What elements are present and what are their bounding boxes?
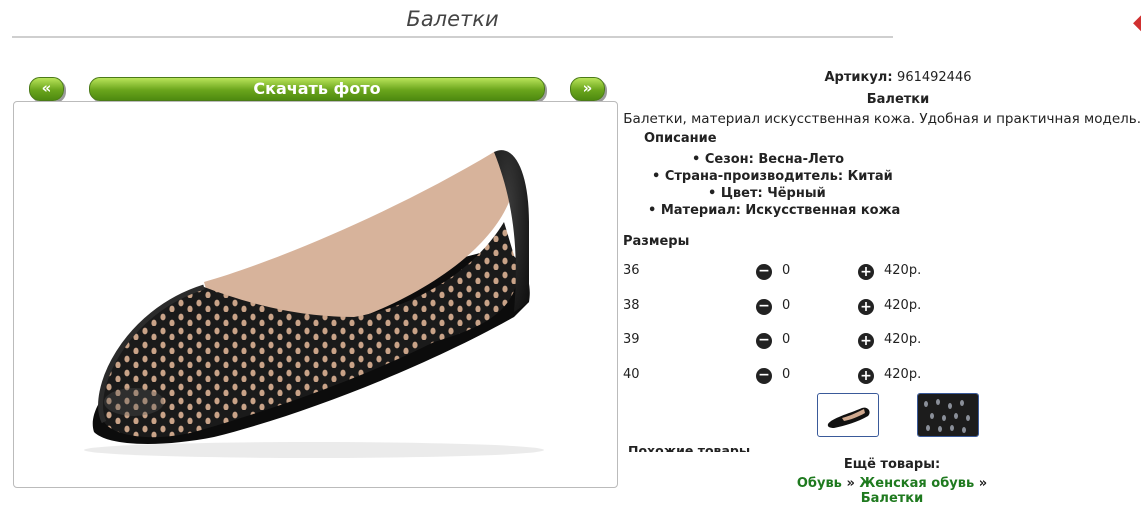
page-title: Балетки: [12, 4, 893, 38]
plus-icon[interactable]: +: [858, 264, 874, 280]
feature-text: Материал: Искусственная кожа: [660, 203, 901, 218]
size-qty: 0: [782, 263, 791, 278]
size-price: 420р.: [884, 263, 922, 278]
more-heading: Ещё товары:: [843, 457, 941, 472]
size-label: 38: [623, 298, 640, 313]
feature-item: • Цвет: Чёрный: [708, 186, 826, 201]
product-name: Балетки: [866, 92, 930, 107]
plus-icon[interactable]: +: [858, 333, 874, 349]
size-qty: 0: [782, 332, 791, 347]
size-row: 40 − 0 + 420р.: [620, 367, 1141, 387]
breadcrumb-link[interactable]: Балетки: [861, 491, 924, 506]
feature-text: Страна-производитель: Китай: [664, 169, 893, 184]
article-value: 961492446: [897, 70, 972, 85]
size-price: 420р.: [884, 298, 922, 313]
feature-text: Сезон: Весна-Лето: [704, 152, 845, 167]
plus-icon[interactable]: +: [858, 299, 874, 315]
size-label: 36: [623, 263, 640, 278]
similar-heading: Похожие товары: [628, 443, 751, 452]
close-icon[interactable]: ◆: [1133, 8, 1141, 38]
minus-icon[interactable]: −: [756, 333, 772, 349]
article-line: Артикул: 961492446: [780, 70, 1016, 85]
feature-item: • Материал: Искусственная кожа: [648, 203, 901, 218]
download-photo-button[interactable]: Скачать фото: [89, 77, 545, 101]
sizes-heading: Размеры: [623, 234, 690, 249]
size-qty: 0: [782, 298, 791, 313]
shoe-photo: [84, 150, 544, 458]
breadcrumb-link[interactable]: Обувь: [797, 476, 842, 491]
prev-photo-button[interactable]: «: [29, 77, 64, 101]
thumbnail-1[interactable]: [817, 393, 879, 437]
size-label: 39: [623, 332, 640, 347]
size-price: 420р.: [884, 332, 922, 347]
feature-text: Цвет: Чёрный: [720, 186, 826, 201]
size-row: 38 − 0 + 420р.: [620, 298, 1141, 318]
breadcrumb-separator: »: [978, 476, 988, 491]
feature-item: • Страна-производитель: Китай: [652, 169, 893, 184]
size-qty: 0: [782, 367, 791, 382]
breadcrumb: Обувь » Женская обувь » Балетки: [770, 476, 1014, 506]
plus-icon[interactable]: +: [858, 368, 874, 384]
size-row: 39 − 0 + 420р.: [620, 332, 1141, 352]
minus-icon[interactable]: −: [756, 264, 772, 280]
minus-icon[interactable]: −: [756, 299, 772, 315]
product-photo[interactable]: [13, 101, 618, 488]
size-row: 36 − 0 + 420р.: [620, 263, 1141, 283]
size-label: 40: [623, 367, 640, 382]
shoe-thumb-icon: [827, 407, 870, 428]
feature-item: • Сезон: Весна-Лето: [692, 152, 845, 167]
breadcrumb-link[interactable]: Женская обувь: [859, 476, 974, 491]
minus-icon[interactable]: −: [756, 368, 772, 384]
article-label: Артикул:: [824, 70, 893, 85]
thumbnail-2[interactable]: [917, 393, 979, 437]
shoe-closeup-icon: [918, 394, 978, 436]
description-heading: Описание: [644, 131, 717, 146]
product-description: Балетки, материал искусственная кожа. Уд…: [623, 111, 1141, 127]
size-price: 420р.: [884, 367, 922, 382]
next-photo-button[interactable]: »: [570, 77, 605, 101]
breadcrumb-separator: »: [846, 476, 855, 491]
